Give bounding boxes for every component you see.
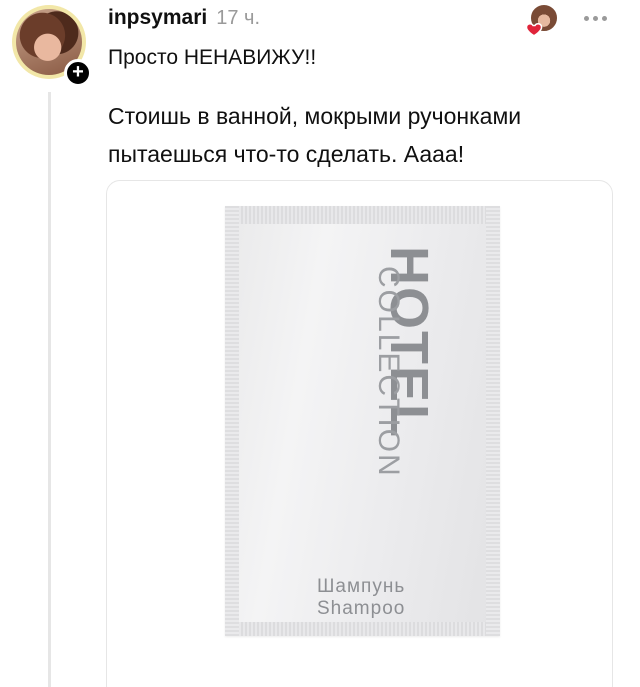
author-avatar[interactable]: + xyxy=(12,5,92,87)
product-label-ru: Шампунь xyxy=(317,576,406,597)
post-body: Стоишь в ванной, мокрыми ручонками пытае… xyxy=(108,103,522,167)
post-time: 17 ч. xyxy=(216,7,260,29)
sachet-seal-right xyxy=(486,206,500,636)
sachet-seal-left xyxy=(225,206,239,636)
heart-icon xyxy=(525,22,543,37)
shampoo-sachet: HOTEL COLLECTION Шампунь Shampoo xyxy=(225,206,500,636)
post: + inpsymari 17 ч. Просто НЕНАВИЖУ!! Стои… xyxy=(0,0,640,687)
username[interactable]: inpsymari xyxy=(108,6,207,30)
post-header: inpsymari 17 ч. xyxy=(108,6,260,30)
post-image[interactable]: HOTEL COLLECTION Шампунь Shampoo xyxy=(106,180,613,687)
follow-plus-icon[interactable]: + xyxy=(64,59,92,87)
sachet-seal-top xyxy=(225,206,500,224)
post-subtitle: Просто НЕНАВИЖУ!! xyxy=(108,46,317,69)
thread-line xyxy=(48,92,51,687)
liker-indicator[interactable] xyxy=(525,3,559,37)
more-icon[interactable] xyxy=(584,8,614,26)
brand-collection: COLLECTION xyxy=(372,266,405,478)
product-label-en: Shampoo xyxy=(317,598,406,619)
sachet-seal-bottom xyxy=(225,622,500,636)
